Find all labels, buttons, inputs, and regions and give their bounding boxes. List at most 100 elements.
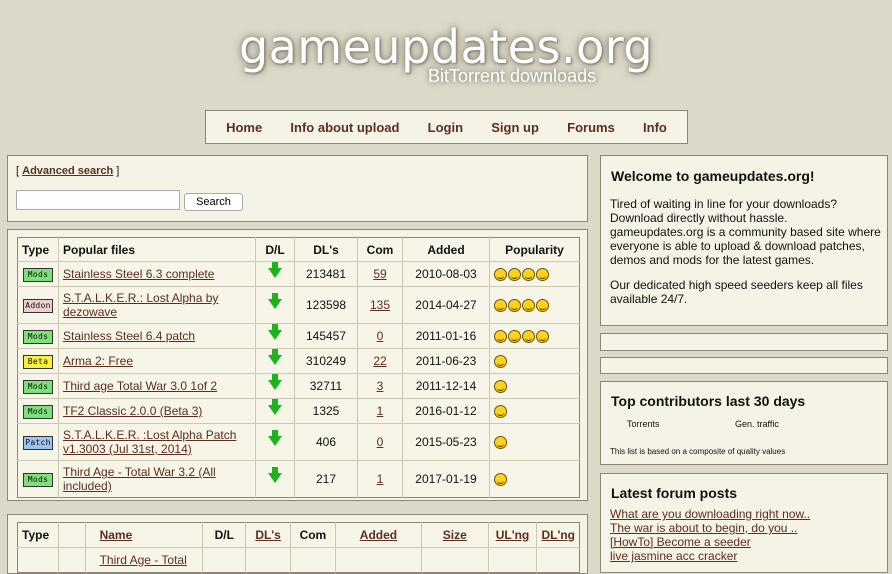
file-name-cell: Stainless Steel 6.3 complete bbox=[58, 261, 256, 287]
empty-panel-1 bbox=[600, 333, 888, 351]
latest-col-size[interactable]: Size bbox=[421, 522, 489, 548]
latest-col-dlng[interactable]: DL'ng bbox=[536, 522, 580, 548]
dls-cell: 1325 bbox=[294, 398, 358, 424]
file-link[interactable]: S.T.A.L.K.E.R.: Lost Alpha by dezowave bbox=[63, 291, 218, 319]
popularity-cell bbox=[489, 460, 580, 498]
nav-signup[interactable]: Sign up bbox=[491, 120, 539, 135]
type-cell: Addon bbox=[17, 286, 59, 324]
site-logo[interactable]: gameupdates.org BitTorrent downloads bbox=[0, 22, 892, 86]
latest-col-name[interactable]: Name bbox=[84, 522, 203, 548]
added-cell: 2017-01-19 bbox=[402, 460, 490, 498]
type-cell: Mods bbox=[17, 373, 59, 399]
file-link[interactable]: Arma 2: Free bbox=[63, 354, 133, 368]
download-cell bbox=[255, 348, 295, 374]
latest-col-added[interactable]: Added bbox=[334, 522, 422, 548]
comments-link[interactable]: 135 bbox=[370, 298, 390, 312]
download-cell bbox=[255, 286, 295, 324]
comments-link[interactable]: 3 bbox=[377, 379, 384, 393]
file-link[interactable]: Stainless Steel 6.4 patch bbox=[63, 329, 195, 343]
latest-col-dl: D/L bbox=[202, 522, 246, 548]
latest-type-cell bbox=[17, 547, 59, 573]
popular-files-body: Mods Stainless Steel 6.3 complete 213481 59… bbox=[17, 261, 580, 498]
comments-link[interactable]: 1 bbox=[377, 404, 384, 418]
download-arrow-icon[interactable] bbox=[268, 262, 282, 278]
forum-title: Latest forum posts bbox=[611, 485, 738, 501]
file-link[interactable]: S.T.A.L.K.E.R. :Lost Alpha Patch v1.3003… bbox=[63, 428, 236, 456]
added-cell: 2014-04-27 bbox=[402, 286, 490, 324]
popularity-cell bbox=[489, 348, 580, 374]
popular-files-panel: Type Popular files D/L DL's Com Added Po… bbox=[7, 229, 588, 501]
smiley-icon bbox=[522, 330, 535, 344]
smiley-icon bbox=[494, 330, 507, 344]
table-row: Addon S.T.A.L.K.E.R.: Lost Alpha by dezow… bbox=[17, 286, 580, 324]
forum-post-list: What are you downloading right now.. The… bbox=[610, 507, 810, 563]
latest-col-com: Com bbox=[289, 522, 336, 548]
nav-info[interactable]: Info bbox=[643, 120, 667, 135]
forum-post-link[interactable]: What are you downloading right now.. bbox=[610, 507, 810, 521]
file-link[interactable]: Stainless Steel 6.3 complete bbox=[63, 267, 214, 281]
smiley-icon bbox=[536, 330, 549, 344]
download-arrow-icon[interactable] bbox=[268, 399, 282, 415]
nav-forums[interactable]: Forums bbox=[567, 120, 615, 135]
download-arrow-icon[interactable] bbox=[268, 467, 282, 483]
type-badge: Mods bbox=[23, 330, 53, 344]
popularity-cell bbox=[489, 423, 580, 461]
forum-post-link[interactable]: The war is about to begin, do you .. bbox=[610, 521, 810, 535]
smiley-icon bbox=[494, 268, 507, 282]
search-button[interactable]: Search bbox=[184, 193, 243, 211]
col-type: Type bbox=[22, 242, 50, 257]
popularity-cell bbox=[489, 323, 580, 349]
latest-col-dls[interactable]: DL's bbox=[245, 522, 291, 548]
smiley-icon bbox=[494, 436, 507, 450]
forum-post-link[interactable]: [HowTo] Become a seeder bbox=[610, 535, 810, 549]
welcome-text-2: Our dedicated high speed seeders keep al… bbox=[610, 278, 863, 306]
type-badge: Mods bbox=[23, 473, 53, 487]
comments-cell: 0 bbox=[357, 423, 403, 461]
nav-info-upload[interactable]: Info about upload bbox=[290, 120, 399, 135]
dls-cell: 123598 bbox=[294, 286, 358, 324]
smiley-icon bbox=[494, 355, 507, 369]
smiley-icon bbox=[508, 268, 521, 282]
download-cell bbox=[255, 460, 295, 498]
table-row: Mods Third age Total War 3.0 1of 2 32711 3 2… bbox=[17, 373, 580, 399]
download-arrow-icon[interactable] bbox=[268, 374, 282, 390]
file-link[interactable]: TF2 Classic 2.0.0 (Beta 3) bbox=[63, 404, 202, 418]
col-dl: D/L bbox=[255, 237, 295, 262]
popularity-cell bbox=[489, 398, 580, 424]
empty-panel-2 bbox=[600, 357, 888, 374]
download-arrow-icon[interactable] bbox=[268, 293, 282, 309]
download-arrow-icon[interactable] bbox=[268, 349, 282, 365]
file-link[interactable]: Third age Total War 3.0 1of 2 bbox=[63, 379, 217, 393]
comments-cell: 1 bbox=[357, 460, 403, 498]
search-input[interactable] bbox=[16, 190, 180, 210]
advanced-search-link[interactable]: Advanced search bbox=[22, 165, 113, 177]
main-nav: Home Info about upload Login Sign up For… bbox=[205, 110, 688, 144]
table-row: Mods Stainless Steel 6.4 patch 145457 0 2011… bbox=[17, 323, 580, 349]
smiley-icon bbox=[536, 299, 549, 313]
col-added: Added bbox=[402, 237, 490, 262]
latest-files-panel: Type Name D/L DL's Com Added Size UL'ng … bbox=[7, 514, 588, 574]
file-link[interactable]: Third Age - Total War 3.2 (All included) bbox=[63, 465, 216, 493]
forum-post-link[interactable]: live jasmine acc cracker bbox=[610, 549, 810, 563]
contributors-note: This list is based on a composite of qua… bbox=[610, 447, 786, 456]
comments-link[interactable]: 0 bbox=[377, 435, 384, 449]
comments-link[interactable]: 0 bbox=[377, 329, 384, 343]
type-badge: Mods bbox=[23, 405, 53, 419]
comments-link[interactable]: 1 bbox=[377, 472, 384, 486]
added-cell: 2011-12-14 bbox=[402, 373, 490, 399]
popularity-cell bbox=[489, 286, 580, 324]
tab-gen-traffic[interactable]: Gen. traffic bbox=[735, 419, 779, 429]
nav-login[interactable]: Login bbox=[428, 120, 463, 135]
nav-home[interactable]: Home bbox=[226, 120, 262, 135]
tab-torrents[interactable]: Torrents bbox=[627, 419, 660, 429]
comments-link[interactable]: 22 bbox=[373, 354, 386, 368]
download-arrow-icon[interactable] bbox=[268, 430, 282, 446]
col-com: Com bbox=[357, 237, 403, 262]
table-row: Mods Third Age - Total War 3.2 (All inclu… bbox=[17, 460, 580, 498]
download-cell bbox=[255, 398, 295, 424]
comments-cell: 22 bbox=[357, 348, 403, 374]
dls-cell: 406 bbox=[294, 423, 358, 461]
comments-link[interactable]: 59 bbox=[373, 267, 386, 281]
latest-col-ulng[interactable]: UL'ng bbox=[487, 522, 537, 548]
download-arrow-icon[interactable] bbox=[268, 324, 282, 340]
